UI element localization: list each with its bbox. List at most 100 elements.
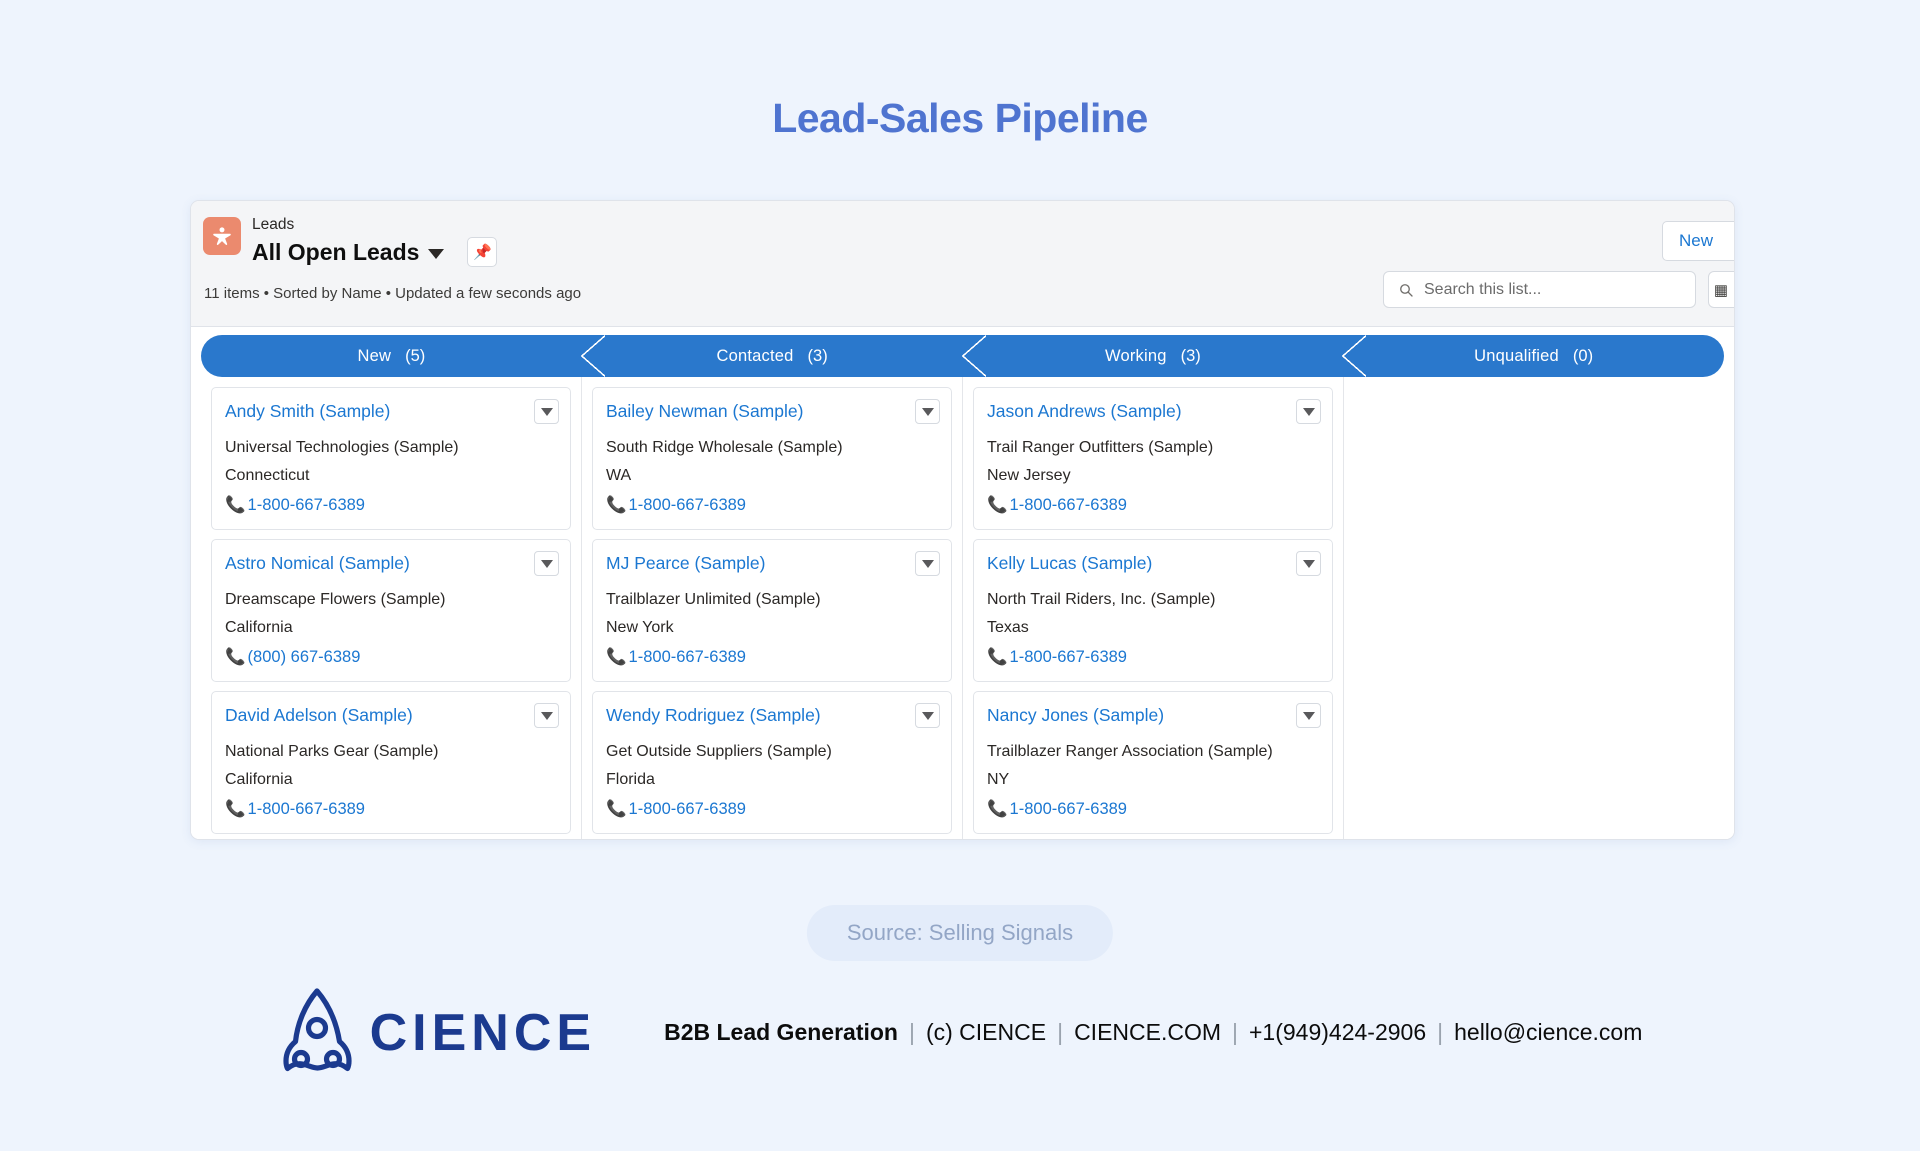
- stage-label: Working: [1104, 346, 1167, 365]
- footer-divider: |: [1057, 1019, 1064, 1045]
- kanban-column-new: Andy Smith (Sample) Universal Technologi…: [201, 377, 582, 839]
- card-actions-menu[interactable]: [534, 399, 559, 424]
- lead-location: New Jersey: [987, 467, 1071, 484]
- chevron-down-icon: [540, 711, 553, 720]
- kanban-columns: Andy Smith (Sample) Universal Technologi…: [201, 377, 1724, 839]
- lead-phone-text: 1-800-667-6389: [1009, 496, 1127, 514]
- stage-label: Contacted: [716, 346, 794, 365]
- lead-company: Get Outside Suppliers (Sample): [606, 743, 832, 760]
- kanban-stage-unqualified[interactable]: Unqualified (0): [1342, 335, 1724, 377]
- chevron-down-icon: [921, 711, 934, 720]
- lead-company: National Parks Gear (Sample): [225, 743, 439, 760]
- lead-name-link[interactable]: Astro Nomical (Sample): [225, 551, 557, 575]
- chevron-down-icon: [921, 407, 934, 416]
- list-view-name[interactable]: All Open Leads: [252, 238, 419, 267]
- lead-card[interactable]: Wendy Rodriguez (Sample) Get Outside Sup…: [592, 691, 952, 834]
- phone-icon: 📞: [987, 800, 1008, 818]
- card-actions-menu[interactable]: [1296, 703, 1321, 728]
- footer-copyright: (c) CIENCE: [925, 1019, 1047, 1045]
- lead-name-link[interactable]: Kelly Lucas (Sample): [987, 551, 1319, 575]
- footer-email[interactable]: hello@cience.com: [1454, 1019, 1642, 1046]
- lead-card[interactable]: David Adelson (Sample) National Parks Ge…: [211, 691, 571, 834]
- footer-divider: |: [1437, 1019, 1444, 1045]
- list-settings-icon[interactable]: ▦: [1708, 271, 1734, 308]
- lead-name-link[interactable]: David Adelson (Sample): [225, 703, 557, 727]
- lead-phone[interactable]: 📞 1-800-667-6389: [225, 795, 557, 823]
- kanban-column-unqualified: [1344, 377, 1724, 839]
- stage-count: (3): [807, 346, 828, 365]
- kanban-board: New (5) Contacted (3) Working (3) Unqual…: [191, 327, 1734, 839]
- chevron-down-icon[interactable]: [428, 248, 445, 259]
- footer-website[interactable]: CIENCE.COM: [1074, 1019, 1221, 1046]
- footer-divider: |: [908, 1019, 915, 1045]
- lead-location: New York: [606, 619, 674, 636]
- lead-name-link[interactable]: Bailey Newman (Sample): [606, 399, 938, 423]
- lead-phone[interactable]: 📞 1-800-667-6389: [606, 491, 938, 519]
- lead-name-link[interactable]: Jason Andrews (Sample): [987, 399, 1319, 423]
- lead-name-link[interactable]: MJ Pearce (Sample): [606, 551, 938, 575]
- card-actions-menu[interactable]: [1296, 399, 1321, 424]
- lead-phone[interactable]: 📞 1-800-667-6389: [987, 643, 1319, 671]
- lead-location: California: [225, 619, 293, 636]
- lead-phone[interactable]: 📞 1-800-667-6389: [987, 491, 1319, 519]
- phone-icon: 📞: [606, 496, 627, 514]
- lead-company: Trailblazer Ranger Association (Sample): [987, 743, 1273, 760]
- lead-phone[interactable]: 📞 (800) 667-6389: [225, 643, 557, 671]
- page-footer: CIENCE B2B Lead Generation | (c) CIENCE …: [0, 985, 1920, 1080]
- lead-card[interactable]: Andy Smith (Sample) Universal Technologi…: [211, 387, 571, 530]
- phone-icon: 📞: [987, 496, 1008, 514]
- page-title: Lead-Sales Pipeline: [772, 95, 1148, 141]
- source-badge: Source: Selling Signals: [806, 905, 1114, 961]
- lead-phone-text: (800) 667-6389: [247, 648, 361, 666]
- object-label: Leads: [252, 216, 295, 233]
- lead-company: Trailblazer Unlimited (Sample): [606, 591, 821, 608]
- new-button[interactable]: New: [1662, 221, 1734, 261]
- rocket-icon: [282, 988, 352, 1072]
- kanban-stage-contacted[interactable]: Contacted (3): [580, 335, 963, 377]
- lead-phone[interactable]: 📞 1-800-667-6389: [606, 795, 938, 823]
- lead-card[interactable]: MJ Pearce (Sample) Trailblazer Unlimited…: [592, 539, 952, 682]
- lead-phone[interactable]: 📞 1-800-667-6389: [225, 491, 557, 519]
- lead-location: Connecticut: [225, 467, 310, 484]
- lead-card[interactable]: Jason Andrews (Sample) Trail Ranger Outf…: [973, 387, 1333, 530]
- card-actions-menu[interactable]: [915, 703, 940, 728]
- lead-phone-text: 1-800-667-6389: [247, 800, 365, 818]
- lead-name-link[interactable]: Andy Smith (Sample): [225, 399, 557, 423]
- lead-card[interactable]: Bailey Newman (Sample) South Ridge Whole…: [592, 387, 952, 530]
- lead-phone-text: 1-800-667-6389: [247, 496, 365, 514]
- lead-card[interactable]: Astro Nomical (Sample) Dreamscape Flower…: [211, 539, 571, 682]
- card-actions-menu[interactable]: [915, 399, 940, 424]
- kanban-stage-working[interactable]: Working (3): [961, 335, 1344, 377]
- footer-phone[interactable]: +1(949)424-2906: [1249, 1019, 1426, 1046]
- lead-phone-text: 1-800-667-6389: [1009, 648, 1127, 666]
- lead-location: NY: [987, 771, 1010, 788]
- stage-count: (0): [1572, 346, 1594, 365]
- footer-tagline: B2B Lead Generation: [664, 1019, 898, 1045]
- leads-person-icon: [203, 217, 241, 255]
- pin-icon[interactable]: 📌: [467, 237, 498, 267]
- lead-card[interactable]: Kelly Lucas (Sample) North Trail Riders,…: [973, 539, 1333, 682]
- lead-name-link[interactable]: Wendy Rodriguez (Sample): [606, 703, 938, 727]
- lead-card[interactable]: Nancy Jones (Sample) Trailblazer Ranger …: [973, 691, 1333, 834]
- lead-phone[interactable]: 📞 1-800-667-6389: [987, 795, 1319, 823]
- search-input-wrapper[interactable]: [1383, 271, 1696, 308]
- lead-phone[interactable]: 📞 1-800-667-6389: [606, 643, 938, 671]
- card-actions-menu[interactable]: [915, 551, 940, 576]
- kanban-column-contacted: Bailey Newman (Sample) South Ridge Whole…: [582, 377, 963, 839]
- card-actions-menu[interactable]: [1296, 551, 1321, 576]
- lead-name-link[interactable]: Nancy Jones (Sample): [987, 703, 1319, 727]
- cience-logo: CIENCE: [278, 985, 596, 1080]
- lead-company: South Ridge Wholesale (Sample): [606, 439, 843, 456]
- chevron-down-icon: [1302, 407, 1315, 416]
- lead-company: North Trail Riders, Inc. (Sample): [987, 591, 1216, 608]
- kanban-stage-new[interactable]: New (5): [201, 335, 582, 377]
- chevron-down-icon: [1302, 559, 1315, 568]
- footer-divider: |: [1232, 1019, 1238, 1045]
- search-input[interactable]: [1424, 280, 1664, 299]
- search-icon: [1400, 283, 1413, 297]
- card-actions-menu[interactable]: [534, 703, 559, 728]
- chevron-down-icon: [921, 559, 934, 568]
- kanban-stage-bar: New (5) Contacted (3) Working (3) Unqual…: [201, 335, 1724, 377]
- chevron-down-icon: [540, 407, 553, 416]
- card-actions-menu[interactable]: [534, 551, 559, 576]
